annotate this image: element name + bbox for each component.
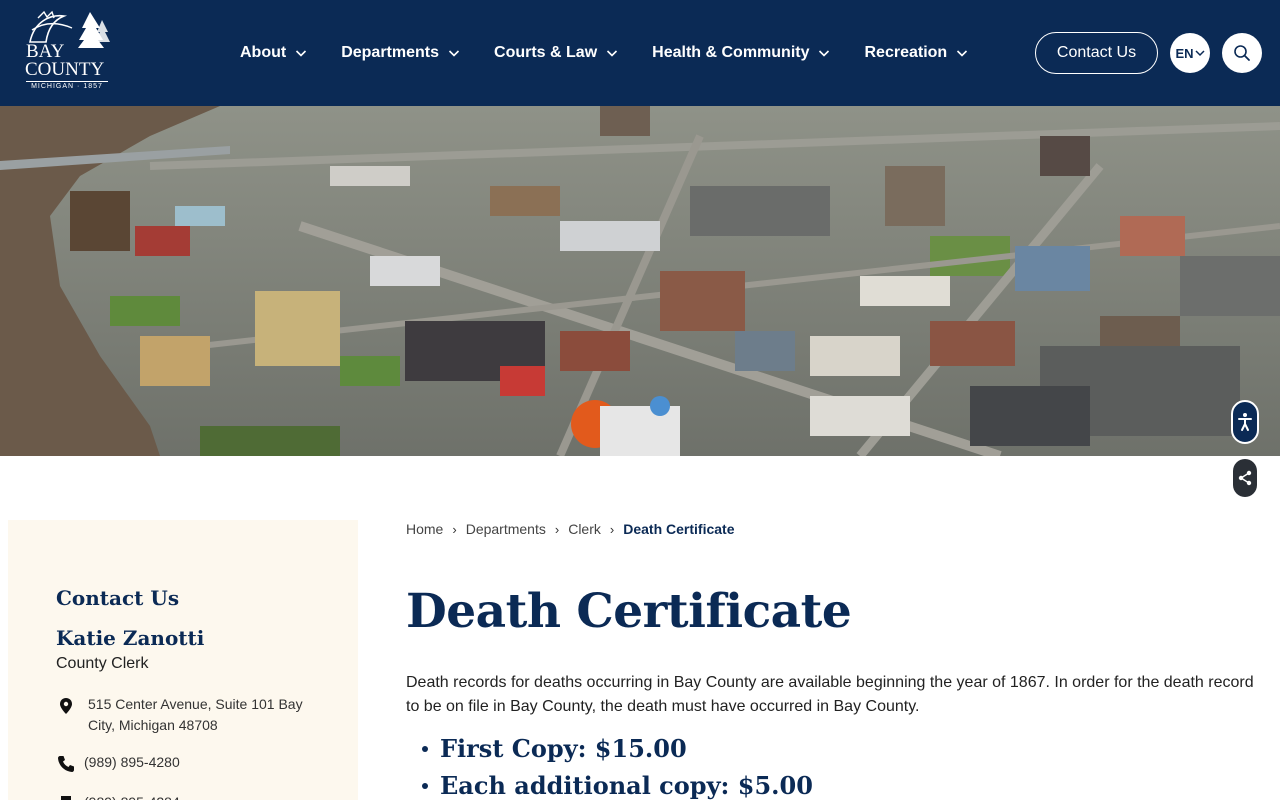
contact-phone[interactable]: (989) 895-4280 bbox=[56, 752, 180, 774]
contact-name: Katie Zanotti bbox=[56, 626, 205, 650]
breadcrumb-separator: › bbox=[609, 521, 615, 537]
chevron-down-icon bbox=[957, 50, 968, 57]
breadcrumb-home[interactable]: Home bbox=[406, 521, 443, 537]
share-button[interactable] bbox=[1233, 459, 1257, 497]
search-button[interactable] bbox=[1222, 33, 1262, 73]
phone-icon bbox=[58, 756, 74, 772]
nav-item-label: Health & Community bbox=[652, 44, 810, 61]
nav-item-recreation[interactable]: Recreation bbox=[864, 40, 968, 66]
nav-item-about[interactable]: About bbox=[240, 40, 307, 66]
contact-sidebar: Contact Us Katie Zanotti County Clerk 51… bbox=[8, 520, 358, 800]
hero-image bbox=[0, 106, 1280, 456]
chevron-down-icon bbox=[819, 50, 830, 57]
bay-county-logo[interactable]: BAY COUNTY MICHIGAN · 1857 bbox=[24, 8, 112, 94]
nav-item-label: About bbox=[240, 44, 287, 61]
main-nav: About Departments Courts & Law Health & … bbox=[240, 40, 1002, 66]
fee-list: First Copy: $15.00 Each additional copy:… bbox=[406, 730, 813, 800]
nav-item-label: Courts & Law bbox=[494, 44, 598, 61]
fee-text: Each additional copy: $5.00 bbox=[440, 771, 813, 800]
bullet-icon bbox=[422, 745, 428, 752]
fax-icon bbox=[61, 796, 71, 800]
fee-text: First Copy: $15.00 bbox=[440, 734, 687, 763]
chevron-down-icon bbox=[448, 50, 460, 57]
site-header: BAY COUNTY MICHIGAN · 1857 About Departm… bbox=[0, 0, 1280, 106]
breadcrumb-separator: › bbox=[554, 521, 560, 537]
breadcrumb-clerk[interactable]: Clerk bbox=[568, 521, 601, 537]
intro-paragraph: Death records for deaths occurring in Ba… bbox=[406, 674, 1254, 715]
nav-item-courts-law[interactable]: Courts & Law bbox=[494, 40, 618, 66]
language-selector[interactable]: EN bbox=[1170, 33, 1210, 73]
bullet-icon bbox=[422, 782, 428, 789]
list-item: Each additional copy: $5.00 bbox=[406, 767, 813, 800]
nav-item-label: Recreation bbox=[864, 44, 948, 61]
address-text: 515 Center Avenue, Suite 101 Bay City, M… bbox=[88, 696, 303, 733]
accessibility-button[interactable] bbox=[1231, 400, 1259, 444]
fax-text: (989) 895-4284 bbox=[84, 792, 180, 800]
chevron-down-icon bbox=[296, 50, 307, 57]
nav-item-health-community[interactable]: Health & Community bbox=[652, 40, 830, 66]
location-pin-icon bbox=[60, 698, 72, 714]
nav-item-departments[interactable]: Departments bbox=[341, 40, 460, 66]
contact-fax: (989) 895-4284 bbox=[56, 792, 180, 800]
logo-line-county: COUNTY bbox=[25, 59, 105, 80]
phone-text: (989) 895-4280 bbox=[84, 754, 180, 770]
contact-us-button[interactable]: Contact Us bbox=[1035, 32, 1158, 74]
chevron-down-icon bbox=[607, 50, 618, 57]
chevron-down-icon bbox=[1195, 50, 1205, 57]
list-item: First Copy: $15.00 bbox=[406, 730, 813, 767]
contact-address: 515 Center Avenue, Suite 101 Bay City, M… bbox=[56, 694, 306, 736]
search-icon bbox=[1234, 45, 1250, 61]
logo-line-michigan: MICHIGAN · 1857 bbox=[26, 81, 108, 90]
language-label: EN bbox=[1175, 45, 1194, 61]
share-icon bbox=[1238, 470, 1252, 486]
page-title: Death Certificate bbox=[406, 584, 852, 639]
breadcrumb-separator: › bbox=[452, 521, 457, 537]
aerial-city-photo bbox=[0, 106, 1280, 456]
breadcrumb: Home › Departments › Clerk › Death Certi… bbox=[406, 521, 734, 537]
nav-item-label: Departments bbox=[341, 44, 440, 61]
breadcrumb-departments[interactable]: Departments bbox=[466, 521, 546, 537]
breadcrumb-current: Death Certificate bbox=[623, 521, 735, 537]
sidebar-heading: Contact Us bbox=[56, 586, 180, 610]
contact-role: County Clerk bbox=[56, 655, 149, 672]
accessibility-icon bbox=[1238, 413, 1252, 431]
